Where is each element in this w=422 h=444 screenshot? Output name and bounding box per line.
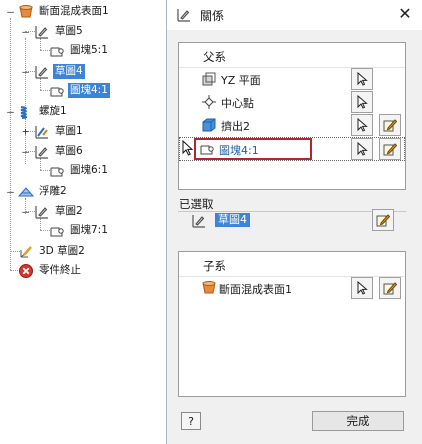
edit-icon [376, 214, 390, 227]
tree-item-block[interactable]: 圖塊7:1 [49, 221, 110, 240]
close-icon[interactable]: ✕ [397, 6, 413, 22]
tree-item-block[interactable]: 圖塊5:1 [49, 41, 110, 60]
tree-item-emboss[interactable]: 浮雕2 [18, 182, 69, 201]
select-pointer-button[interactable] [351, 68, 373, 90]
parent-label: 擠出2 [221, 120, 250, 133]
tree-item-label: 草圖1 [55, 125, 83, 137]
tree-item-label: 圖塊4:1 [68, 83, 110, 98]
sketch-icon [34, 64, 50, 80]
tree-item-label: 3D 草圖2 [39, 245, 85, 257]
parent-label: 中心點 [221, 97, 254, 110]
collapse-icon[interactable]: – [21, 206, 30, 217]
children-panel: 子系 斷面混成表面1 [178, 251, 406, 397]
parent-label: YZ 平面 [221, 74, 261, 87]
selected-item-value[interactable]: 草圖4 [215, 213, 250, 227]
tree-item-label: 草圖5 [55, 25, 83, 37]
collapse-icon[interactable]: – [21, 66, 30, 77]
edit-icon [383, 282, 397, 295]
block-icon [49, 223, 65, 239]
select-pointer-button[interactable] [351, 138, 373, 160]
tree-item-label: 草圖4 [53, 64, 85, 79]
help-button[interactable]: ? [181, 412, 201, 430]
model-browser-tree: – – – – + – – – 斷面混成表面1 草圖5 圖塊5:1 草圖4 圖塊… [0, 0, 164, 444]
dialog-title: 關係 [200, 8, 225, 23]
collapse-icon[interactable]: – [21, 146, 30, 157]
collapse-icon[interactable]: – [21, 26, 30, 37]
edit-icon [383, 119, 397, 132]
selected-section-label: 已選取 [179, 197, 214, 211]
block-icon [49, 43, 65, 59]
tree-item-label: 浮雕2 [39, 185, 67, 197]
edit-button[interactable] [372, 209, 394, 231]
tree-item-block[interactable]: 圖塊6:1 [49, 161, 110, 180]
tree-item-label: 草圖2 [55, 205, 83, 217]
tree-item-label: 斷面混成表面1 [39, 5, 109, 17]
tree-item-block-selected[interactable]: 圖塊4:1 [49, 81, 110, 100]
select-pointer-button[interactable] [351, 91, 373, 113]
sketch-3d-icon [18, 244, 34, 260]
block-icon [49, 163, 65, 179]
edit-icon [383, 143, 397, 156]
pointer-icon [357, 72, 368, 86]
sketch-icon [34, 124, 50, 140]
block-icon [49, 83, 65, 99]
collapse-icon[interactable]: – [6, 106, 15, 117]
select-pointer-button[interactable] [351, 277, 373, 299]
parents-panel: 父系 YZ 平面 中心點 擠出2 圖塊4:1 [178, 42, 406, 190]
pointer-icon [357, 281, 368, 295]
tree-item-label: 圖塊6:1 [70, 164, 108, 176]
tree-item-3d-sketch[interactable]: 3D 草圖2 [18, 242, 87, 261]
pointer-icon [357, 142, 368, 156]
tree-connector [10, 18, 11, 270]
expand-icon[interactable]: + [21, 126, 30, 137]
tree-item-label: 圖塊7:1 [70, 224, 108, 236]
sketch-icon [191, 213, 207, 229]
extrude-icon [201, 117, 217, 133]
edit-button[interactable] [379, 114, 401, 136]
relationships-dialog: 關係 ✕ 父系 YZ 平面 中心點 擠出2 圖塊4:1 已選取 草圖4 子系 斷… [166, 0, 422, 444]
tree-item-sketch[interactable]: 草圖6 [34, 142, 85, 161]
collapse-icon[interactable]: – [6, 6, 15, 17]
tree-item-label: 零件終止 [39, 264, 81, 276]
tree-item-sketch[interactable]: 草圖2 [34, 202, 85, 221]
tree-item-sketch-selected[interactable]: 草圖4 [34, 62, 85, 81]
help-label: ? [188, 414, 194, 428]
tree-item-loft-surface[interactable]: 斷面混成表面1 [18, 2, 111, 21]
collapse-icon[interactable]: – [6, 186, 15, 197]
block-icon [199, 141, 215, 157]
tree-item-sketch[interactable]: 草圖5 [34, 22, 85, 41]
loft-surface-icon [18, 4, 34, 20]
tree-item-label: 草圖6 [55, 145, 83, 157]
sketch-icon [34, 204, 50, 220]
pointer-icon [357, 95, 368, 109]
select-pointer-button[interactable] [351, 114, 373, 136]
coil-icon [18, 104, 34, 120]
tree-item-label: 圖塊5:1 [70, 44, 108, 56]
done-button[interactable]: 完成 [312, 411, 404, 431]
sketch-icon [176, 7, 192, 23]
end-of-part-icon [18, 263, 34, 279]
center-point-icon [201, 94, 217, 110]
tree-item-coil[interactable]: 螺旋1 [18, 102, 69, 121]
sketch-icon [34, 24, 50, 40]
done-label: 完成 [346, 414, 370, 428]
tree-item-end-of-part[interactable]: 零件終止 [18, 261, 83, 280]
tree-item-label: 螺旋1 [39, 105, 67, 117]
edit-button[interactable] [379, 138, 401, 160]
pointer-icon [357, 118, 368, 132]
tree-item-sketch[interactable]: 草圖1 [34, 122, 85, 141]
plane-icon [201, 71, 217, 87]
dialog-titlebar: 關係 ✕ [167, 0, 422, 30]
sketch-icon [34, 144, 50, 160]
child-label: 斷面混成表面1 [219, 283, 292, 296]
loft-surface-icon [201, 280, 217, 296]
parents-header: 父系 [203, 50, 226, 64]
emboss-icon [18, 184, 34, 200]
parent-label: 圖塊4:1 [219, 144, 259, 157]
children-header: 子系 [203, 259, 226, 273]
edit-button[interactable] [379, 277, 401, 299]
